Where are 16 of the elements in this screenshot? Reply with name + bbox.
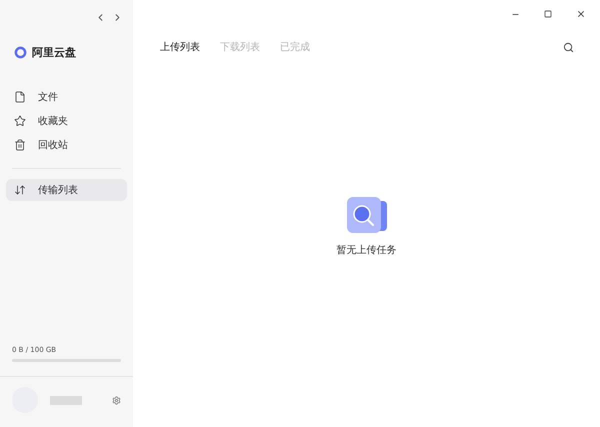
transfer-icon: [14, 184, 26, 196]
empty-message: 暂无上传任务: [336, 244, 396, 256]
search-icon[interactable]: [563, 42, 574, 52]
name-placeholder: [50, 396, 82, 404]
sidebar-item[interactable]: 传输列表: [6, 179, 127, 201]
sidebar-item[interactable]: 回收站: [6, 134, 127, 156]
star-icon: [14, 115, 26, 127]
sidebar-item[interactable]: 收藏夹: [6, 110, 127, 132]
settings-icon[interactable]: [112, 396, 121, 404]
trash-icon: [14, 139, 26, 151]
app-name: 阿里云盘: [32, 44, 76, 60]
logo-icon: [14, 46, 27, 58]
sidebar-item[interactable]: 文件: [6, 86, 127, 108]
tab[interactable]: 上传列表: [160, 40, 200, 54]
file-icon: [14, 91, 26, 103]
magnifier-card-icon: [344, 196, 388, 232]
